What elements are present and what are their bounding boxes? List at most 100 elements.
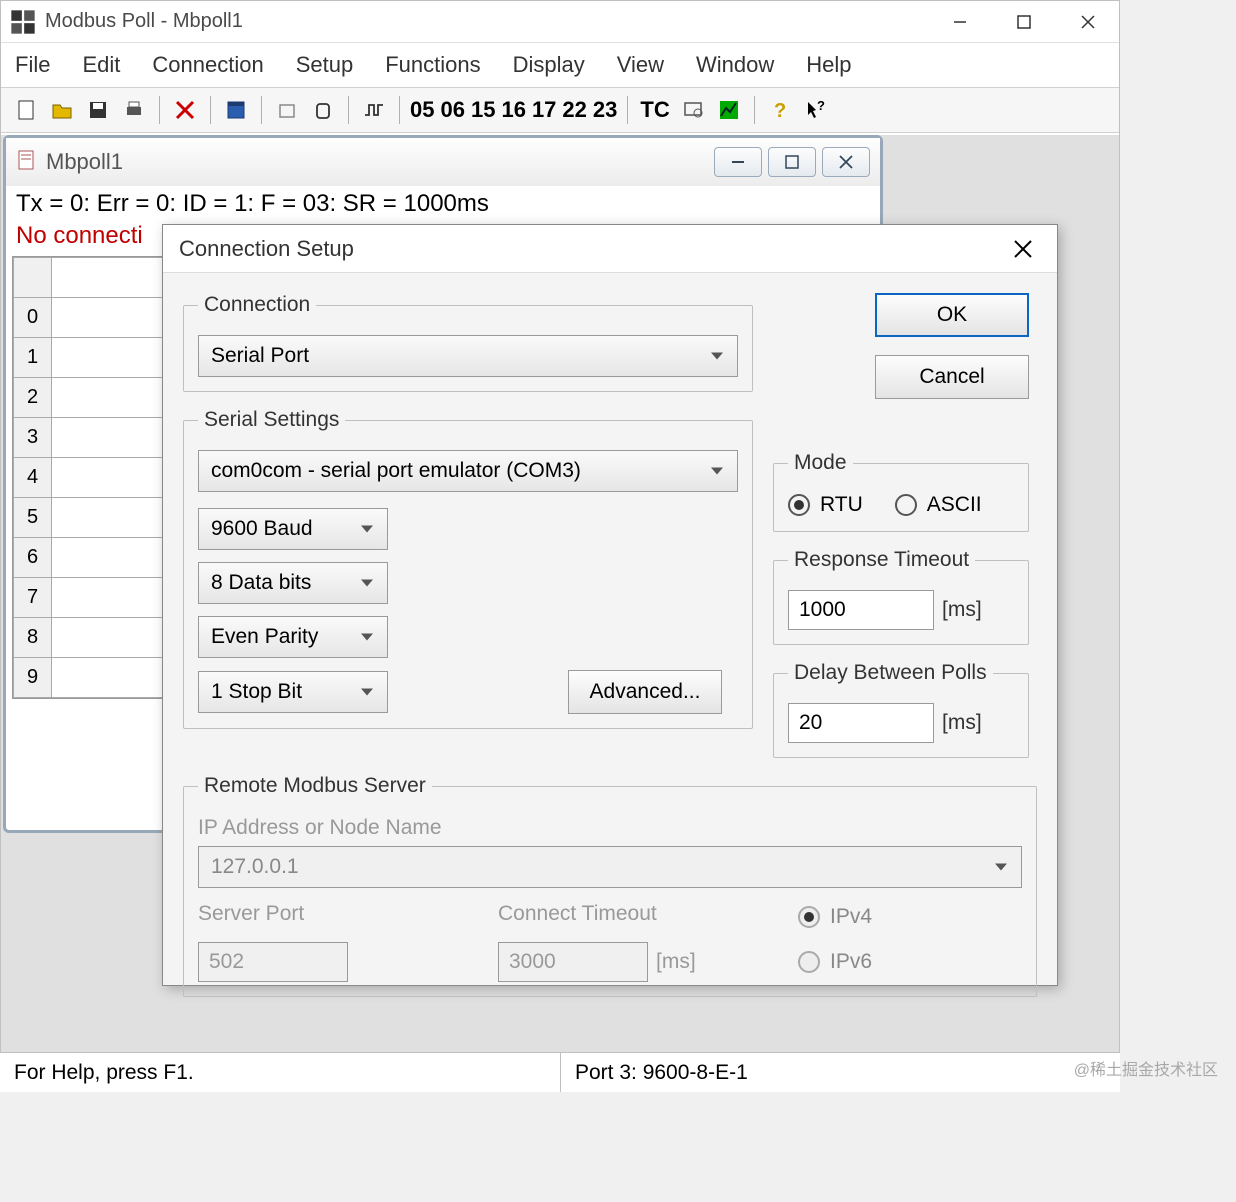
stopbits-dropdown[interactable]: 1 Stop Bit — [198, 671, 388, 713]
menu-display[interactable]: Display — [511, 48, 587, 82]
menu-setup[interactable]: Setup — [294, 48, 356, 82]
ip-label: IP Address or Node Name — [198, 816, 1022, 840]
mode-rtu-radio[interactable]: RTU — [788, 493, 863, 517]
fn-06[interactable]: 06 — [438, 97, 466, 123]
connection-legend: Connection — [198, 293, 316, 317]
serial-settings-legend: Serial Settings — [198, 408, 345, 432]
status-bar: For Help, press F1. Port 3: 9600-8-E-1 — [0, 1052, 1120, 1092]
server-port-label: Server Port — [198, 902, 498, 926]
svg-text:?: ? — [774, 100, 786, 121]
radio-icon — [895, 494, 917, 516]
close-button[interactable] — [1065, 6, 1111, 38]
menu-view[interactable]: View — [615, 48, 666, 82]
mode-ascii-radio[interactable]: ASCII — [895, 493, 982, 517]
row-header[interactable]: 4 — [14, 458, 52, 498]
parity-value: Even Parity — [211, 625, 318, 649]
fn-05[interactable]: 05 — [408, 97, 436, 123]
serial-settings-fieldset: Serial Settings com0com - serial port em… — [183, 408, 753, 729]
pulse-icon[interactable] — [357, 93, 391, 127]
row-header[interactable]: 2 — [14, 378, 52, 418]
row-header[interactable]: 1 — [14, 338, 52, 378]
menu-edit[interactable]: Edit — [80, 48, 122, 82]
ipv6-label: IPv6 — [830, 950, 872, 974]
stopbits-value: 1 Stop Bit — [211, 680, 302, 704]
minimize-button[interactable] — [937, 6, 983, 38]
open-icon[interactable] — [45, 93, 79, 127]
mode-legend: Mode — [788, 451, 853, 475]
svg-text:?: ? — [817, 99, 825, 113]
menu-window[interactable]: Window — [694, 48, 776, 82]
parity-dropdown[interactable]: Even Parity — [198, 616, 388, 658]
dialog-titlebar: Connection Setup — [163, 225, 1057, 273]
response-timeout-fieldset: Response Timeout [ms] — [773, 548, 1029, 645]
disconnect-icon[interactable] — [168, 93, 202, 127]
new-icon[interactable] — [9, 93, 43, 127]
response-timeout-input[interactable] — [788, 590, 934, 630]
menu-help[interactable]: Help — [804, 48, 853, 82]
child-close-button[interactable] — [822, 147, 870, 177]
save-icon[interactable] — [81, 93, 115, 127]
fn-15[interactable]: 15 — [469, 97, 497, 123]
fn-17[interactable]: 17 — [530, 97, 558, 123]
row-header[interactable]: 7 — [14, 578, 52, 618]
baud-dropdown[interactable]: 9600 Baud — [198, 508, 388, 550]
menu-connection[interactable]: Connection — [150, 48, 265, 82]
row-header[interactable]: 5 — [14, 498, 52, 538]
ipv4-radio: IPv4 — [798, 902, 998, 932]
cancel-label: Cancel — [919, 365, 984, 389]
row-header[interactable]: 6 — [14, 538, 52, 578]
monitor-icon[interactable] — [676, 93, 710, 127]
serial-port-value: com0com - serial port emulator (COM3) — [211, 459, 581, 483]
mode-ascii-label: ASCII — [927, 493, 982, 517]
print-icon[interactable] — [117, 93, 151, 127]
tc-button[interactable]: TC — [636, 97, 673, 123]
advanced-button[interactable]: Advanced... — [568, 670, 722, 714]
window-icon[interactable] — [219, 93, 253, 127]
help-icon[interactable]: ? — [763, 93, 797, 127]
menu-functions[interactable]: Functions — [383, 48, 482, 82]
connection-type-dropdown[interactable]: Serial Port — [198, 335, 738, 377]
child-titlebar: Mbpoll1 — [6, 138, 880, 186]
title-bar: Modbus Poll - Mbpoll1 — [1, 1, 1119, 43]
child-maximize-button[interactable] — [768, 147, 816, 177]
radio-icon — [798, 906, 820, 928]
delay-unit: [ms] — [942, 711, 982, 735]
cancel-button[interactable]: Cancel — [875, 355, 1029, 399]
device2-icon[interactable] — [306, 93, 340, 127]
row-header[interactable]: 8 — [14, 618, 52, 658]
serial-port-dropdown[interactable]: com0com - serial port emulator (COM3) — [198, 450, 738, 492]
delay-legend: Delay Between Polls — [788, 661, 993, 685]
chart-icon[interactable] — [712, 93, 746, 127]
connect-timeout-unit: [ms] — [656, 950, 696, 974]
ip-address-dropdown: 127.0.0.1 — [198, 846, 1022, 888]
fn-23[interactable]: 23 — [591, 97, 619, 123]
mode-rtu-label: RTU — [820, 493, 863, 517]
toolbar: 05 06 15 16 17 22 23 TC ? ? — [1, 87, 1119, 133]
row-header[interactable]: 0 — [14, 298, 52, 338]
fn-22[interactable]: 22 — [560, 97, 588, 123]
child-minimize-button[interactable] — [714, 147, 762, 177]
row-header[interactable]: 3 — [14, 418, 52, 458]
ok-button[interactable]: OK — [875, 293, 1029, 337]
dialog-title: Connection Setup — [179, 236, 1005, 262]
device1-icon[interactable] — [270, 93, 304, 127]
maximize-button[interactable] — [1001, 6, 1047, 38]
whats-this-icon[interactable]: ? — [799, 93, 833, 127]
databits-dropdown[interactable]: 8 Data bits — [198, 562, 388, 604]
radio-icon — [788, 494, 810, 516]
window-controls — [937, 6, 1111, 38]
delay-input[interactable] — [788, 703, 934, 743]
remote-server-fieldset: Remote Modbus Server IP Address or Node … — [183, 774, 1037, 997]
fn-16[interactable]: 16 — [499, 97, 527, 123]
ipv4-label: IPv4 — [830, 905, 872, 929]
status-help: For Help, press F1. — [0, 1053, 560, 1092]
connection-fieldset: Connection Serial Port — [183, 293, 753, 392]
databits-value: 8 Data bits — [211, 571, 311, 595]
menu-file[interactable]: File — [13, 48, 52, 82]
radio-icon — [798, 951, 820, 973]
ipv6-radio: IPv6 — [798, 942, 998, 982]
dialog-close-button[interactable] — [1005, 231, 1041, 267]
remote-server-legend: Remote Modbus Server — [198, 774, 432, 798]
menu-bar: File Edit Connection Setup Functions Dis… — [1, 43, 1119, 87]
row-header[interactable]: 9 — [14, 658, 52, 698]
